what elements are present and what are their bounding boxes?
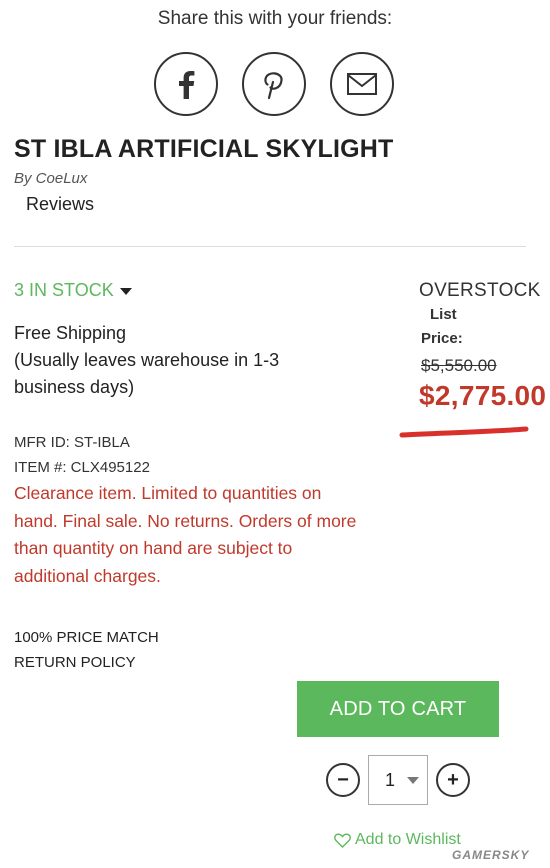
price-match-link[interactable]: 100% PRICE MATCH [14,625,159,650]
stock-status-dropdown[interactable]: 3 IN STOCK [14,280,132,301]
product-ids: MFR ID: ST-IBLA ITEM #: CLX495122 [14,430,150,480]
sale-price: $2,775.00 [419,380,547,411]
share-buttons [154,52,394,116]
quantity-stepper: − 1 + [326,755,470,805]
brand-link[interactable]: By CoeLux [14,170,87,187]
add-to-wishlist-link[interactable]: Add to Wishlist [334,831,461,849]
caret-down-icon [407,776,419,784]
price-label: Price: [421,330,463,347]
policy-links: 100% PRICE MATCH RETURN POLICY [14,625,159,675]
wishlist-label: Add to Wishlist [355,831,461,848]
mfr-id: MFR ID: ST-IBLA [14,434,130,451]
product-title: ST IBLA ARTIFICIAL SKYLIGHT [14,135,394,163]
red-underline-annotation [399,426,529,438]
divider [14,246,526,247]
increase-quantity-button[interactable]: + [436,763,470,797]
facebook-share-button[interactable] [154,52,218,116]
item-number: ITEM #: CLX495122 [14,459,150,476]
shipping-note: (Usually leaves warehouse in 1-3 busines… [14,350,280,397]
shipping-title: Free Shipping [14,323,127,343]
shipping-info: Free Shipping (Usually leaves warehouse … [14,320,314,401]
overstock-badge: OVERSTOCK [419,280,541,301]
return-policy-link[interactable]: RETURN POLICY [14,650,159,675]
list-price: $5,550.00 [421,356,497,375]
list-label: List [430,306,457,323]
pinterest-icon [264,72,283,100]
pinterest-share-button[interactable] [242,52,306,116]
caret-down-icon [119,288,132,295]
quantity-select[interactable]: 1 [368,755,428,805]
reviews-link[interactable]: Reviews [26,194,94,215]
watermark: GAMERSKY [452,848,530,862]
facebook-icon [179,71,195,99]
share-title: Share this with your friends: [157,8,393,29]
stock-status-label: 3 IN STOCK [14,280,114,300]
quantity-value: 1 [385,769,396,790]
clearance-notice: Clearance item. Limited to quantities on… [14,483,357,586]
decrease-quantity-button[interactable]: − [326,763,360,797]
heart-icon [334,833,351,848]
add-to-cart-button[interactable]: ADD TO CART [297,681,499,737]
email-share-button[interactable] [330,52,394,116]
email-icon [347,73,377,95]
